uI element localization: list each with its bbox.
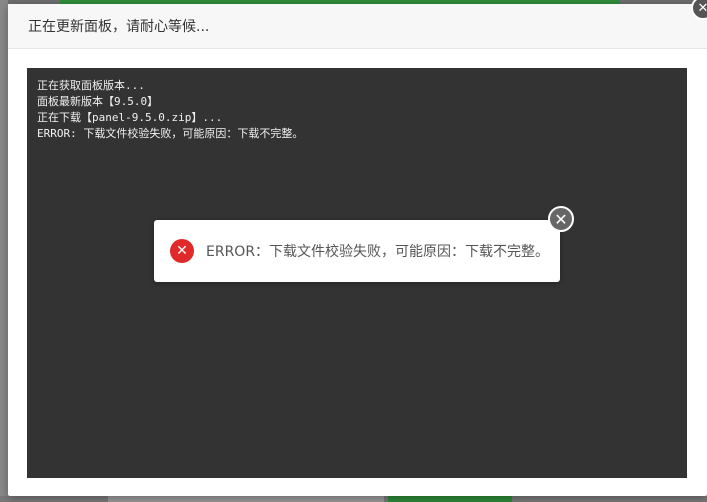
toast-close-icon[interactable]: ✕ bbox=[548, 206, 574, 232]
modal-header: 正在更新面板，请耐心等候... bbox=[8, 4, 707, 49]
error-x-icon: ✕ bbox=[170, 239, 194, 263]
error-toast: ✕ ERROR：下载文件校验失败，可能原因：下载不完整。 ✕ bbox=[154, 206, 574, 282]
background-page bbox=[0, 0, 8, 502]
console-line: 正在下载【panel-9.5.0.zip】... bbox=[37, 111, 223, 124]
background-button bbox=[108, 496, 384, 502]
console-line: ERROR: 下载文件校验失败，可能原因：下载不完整。 bbox=[37, 127, 304, 140]
console-line: 正在获取面板版本... bbox=[37, 79, 145, 92]
update-modal: 正在更新面板，请耐心等候... ✕ 正在获取面板版本... 面板最新版本【9.5… bbox=[8, 0, 707, 496]
modal-title: 正在更新面板，请耐心等候... bbox=[28, 19, 210, 35]
error-message: ERROR：下载文件校验失败，可能原因：下载不完整。 bbox=[206, 244, 550, 260]
background-button-green bbox=[388, 496, 512, 502]
console-line: 面板最新版本【9.5.0】 bbox=[37, 95, 159, 108]
